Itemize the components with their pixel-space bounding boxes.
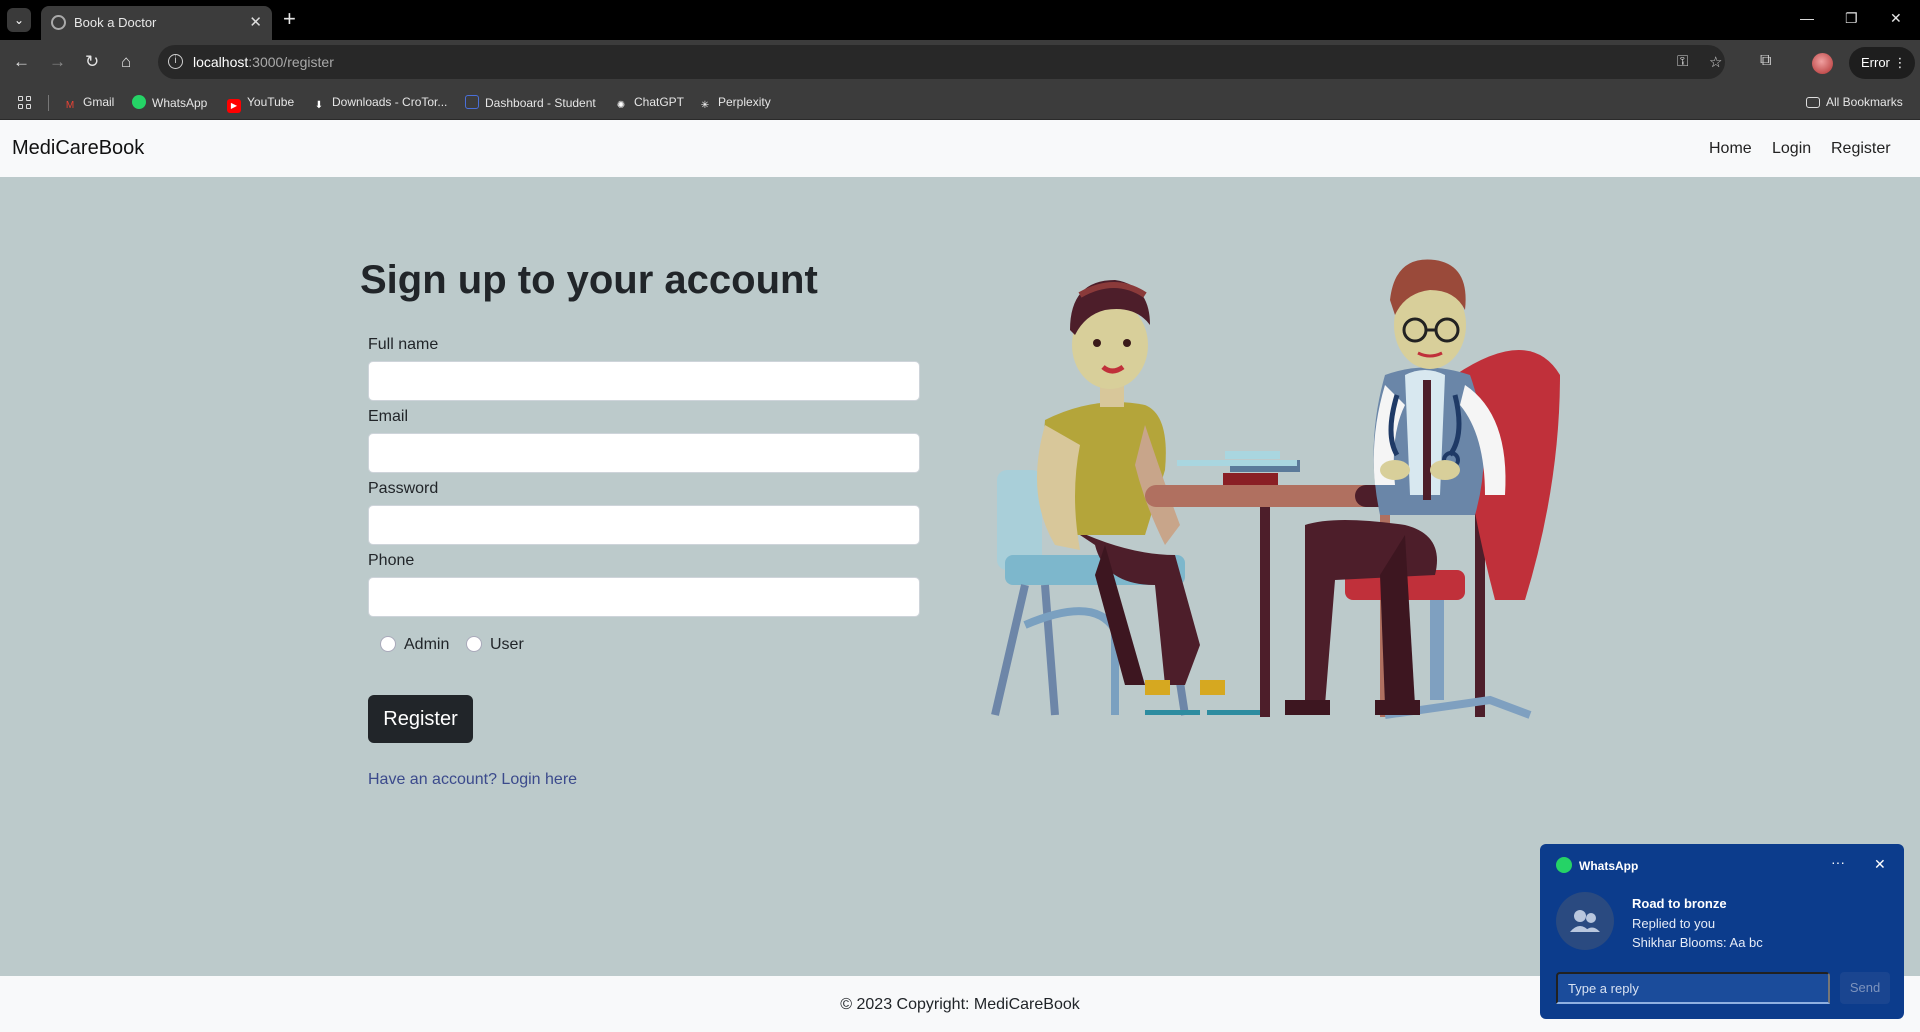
- bookmark-downloads[interactable]: ⬇ Downloads - CroTor...: [312, 95, 448, 113]
- whatsapp-icon: [1556, 857, 1572, 873]
- forward-icon[interactable]: →: [49, 52, 66, 72]
- chatgpt-icon: ✺: [616, 100, 626, 111]
- minimize-icon[interactable]: —: [1800, 10, 1814, 26]
- password-key-icon[interactable]: ⚿: [1677, 53, 1688, 70]
- bookmark-chatgpt[interactable]: ✺ ChatGPT: [614, 95, 684, 113]
- back-icon[interactable]: ←: [13, 52, 30, 72]
- profile-error-button[interactable]: Error ⋮: [1849, 47, 1915, 79]
- window-close-icon[interactable]: ✕: [1890, 10, 1902, 27]
- page-title: Sign up to your account: [360, 258, 818, 302]
- user-radio-label: User: [490, 636, 524, 653]
- bookmark-perplexity[interactable]: ✳ Perplexity: [698, 95, 771, 113]
- bookmark-star-icon[interactable]: ☆: [1709, 53, 1722, 71]
- notification-sender: Road to bronze: [1632, 896, 1727, 911]
- restore-icon[interactable]: ❐: [1845, 10, 1858, 27]
- apps-grid-icon[interactable]: [18, 96, 32, 110]
- site-navbar: MediCareBook Home Login Register: [0, 120, 1920, 177]
- nav-register[interactable]: Register: [1831, 140, 1891, 158]
- site-info-icon[interactable]: i: [168, 54, 183, 69]
- bookmark-youtube[interactable]: ▶ YouTube: [227, 95, 294, 113]
- youtube-icon: ▶: [227, 99, 241, 113]
- all-bookmarks-folder[interactable]: All Bookmarks: [1806, 95, 1903, 109]
- notification-message: Shikhar Blooms: Aa bc: [1632, 935, 1763, 950]
- bookmarks-bar: M Gmail WhatsApp ▶ YouTube ⬇ Downloads - Cr…: [0, 86, 1920, 120]
- dashboard-icon: [465, 95, 479, 109]
- bookmark-whatsapp[interactable]: WhatsApp: [132, 95, 207, 110]
- user-radio[interactable]: [466, 636, 482, 652]
- login-link[interactable]: Have an account? Login here: [368, 771, 577, 789]
- tab-search-button[interactable]: ⌄: [7, 8, 31, 32]
- reload-icon[interactable]: ↻: [85, 52, 99, 72]
- new-tab-button[interactable]: +: [283, 6, 296, 32]
- reply-input[interactable]: [1556, 972, 1830, 1004]
- more-options-icon[interactable]: ···: [1831, 854, 1845, 870]
- email-label: Email: [368, 408, 409, 425]
- browser-toolbar: ← → ↻ ⌂ i localhost:3000/register ⚿ ☆ ⧉ …: [0, 40, 1920, 86]
- full-name-label: Full name: [368, 336, 439, 353]
- perplexity-icon: ✳: [700, 100, 710, 111]
- url-text: localhost:3000/register: [193, 54, 334, 70]
- admin-radio[interactable]: [380, 636, 396, 652]
- bookmark-gmail[interactable]: M Gmail: [63, 95, 115, 113]
- profile-avatar[interactable]: [1812, 53, 1833, 74]
- phone-input[interactable]: [368, 577, 920, 617]
- brand-logo[interactable]: MediCareBook: [12, 137, 144, 160]
- globe-icon: [51, 15, 66, 30]
- address-bar[interactable]: i localhost:3000/register ⚿ ☆: [158, 45, 1725, 79]
- nav-login[interactable]: Login: [1772, 140, 1811, 158]
- browser-tab[interactable]: Book a Doctor ✕: [41, 6, 272, 40]
- whatsapp-notification[interactable]: WhatsApp ··· ✕ Road to bronze Replied to…: [1540, 844, 1904, 1019]
- folder-icon: [1806, 97, 1820, 108]
- tab-title: Book a Doctor: [74, 15, 157, 30]
- bookmark-dashboard[interactable]: Dashboard - Student: [465, 95, 596, 110]
- notification-app-name: WhatsApp: [1579, 859, 1639, 873]
- browser-tab-strip: ⌄ Book a Doctor ✕ + — ❐ ✕: [0, 0, 1920, 40]
- notification-subtitle: Replied to you: [1632, 916, 1716, 931]
- full-name-input[interactable]: [368, 361, 920, 401]
- close-tab-icon[interactable]: ✕: [249, 13, 262, 31]
- send-button[interactable]: Send: [1840, 972, 1890, 1004]
- whatsapp-icon: [132, 95, 146, 109]
- register-button[interactable]: Register: [368, 695, 473, 743]
- group-avatar-icon: [1556, 892, 1614, 950]
- home-icon[interactable]: ⌂: [121, 52, 131, 72]
- gmail-icon: M: [65, 100, 75, 111]
- phone-label: Phone: [368, 552, 415, 569]
- bookmarks-divider: [48, 95, 49, 111]
- nav-home[interactable]: Home: [1709, 140, 1752, 158]
- password-input[interactable]: [368, 505, 920, 545]
- extensions-icon[interactable]: ⧉: [1760, 52, 1771, 70]
- password-label: Password: [368, 480, 439, 497]
- doctor-consultation-illustration: [991, 259, 1560, 719]
- download-icon: ⬇: [314, 100, 324, 111]
- dismiss-notification-icon[interactable]: ✕: [1874, 856, 1886, 873]
- email-input[interactable]: [368, 433, 920, 473]
- admin-radio-label: Admin: [404, 636, 450, 653]
